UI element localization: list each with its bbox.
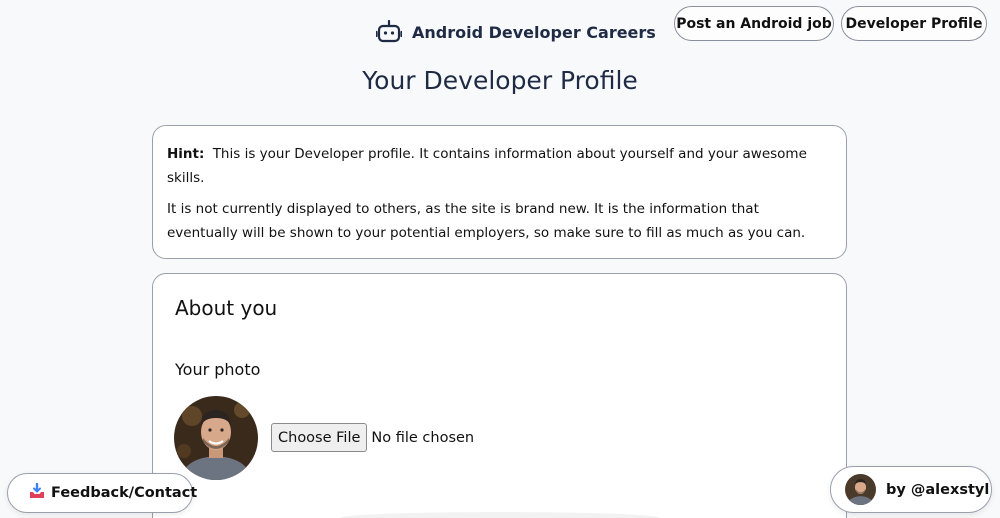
feedback-contact-button[interactable]: Feedback/Contact (7, 473, 197, 513)
about-section: About you Your photo Choose File No file… (152, 273, 847, 518)
developer-profile-button[interactable]: Developer Profile (841, 6, 987, 41)
hint-card: Hint: This is your Developer profile. It… (152, 125, 847, 259)
brand-label: Android Developer Careers (412, 22, 656, 42)
android-robot-icon (376, 20, 402, 44)
profile-photo (174, 396, 258, 480)
photo-label: Your photo (175, 360, 261, 379)
author-credit-link[interactable]: by @alexstyl (830, 466, 992, 513)
hint-label: Hint: (167, 146, 205, 162)
hint-text-2: It is not currently displayed to others,… (167, 201, 806, 241)
hint-paragraph-1: Hint: This is your Developer profile. It… (167, 142, 832, 190)
author-avatar (845, 474, 876, 505)
photo-file-input[interactable]: Choose File No file chosen (271, 423, 474, 452)
feedback-label: Feedback/Contact (51, 485, 198, 501)
hint-text-1: This is your Developer profile. It conta… (167, 146, 807, 186)
post-job-button[interactable]: Post an Android job (674, 6, 834, 41)
about-title: About you (175, 296, 278, 320)
credit-label: by @alexstyl (886, 481, 990, 498)
page-title: Your Developer Profile (362, 66, 638, 95)
inbox-tray-icon (29, 482, 45, 503)
brand[interactable]: Android Developer Careers (376, 20, 656, 44)
file-status: No file chosen (371, 429, 475, 446)
choose-file-button[interactable]: Choose File (271, 423, 368, 452)
scroll-shadow (340, 512, 660, 518)
